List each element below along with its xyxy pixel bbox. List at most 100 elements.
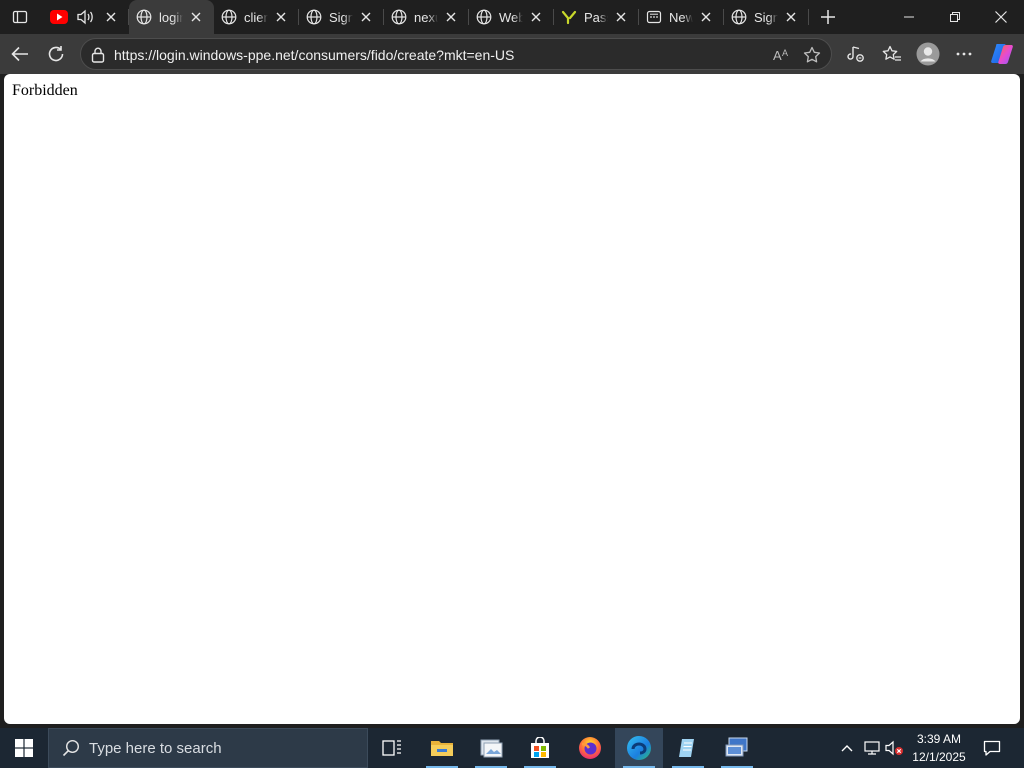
settings-more-button[interactable] bbox=[949, 39, 979, 69]
profile-button[interactable] bbox=[913, 39, 943, 69]
remote-desktop-icon bbox=[725, 737, 748, 757]
search-icon bbox=[61, 738, 81, 758]
tab-title: Sign bbox=[329, 9, 353, 25]
minimize-button[interactable] bbox=[886, 0, 932, 34]
copilot-icon bbox=[991, 44, 1013, 64]
speaker-icon[interactable] bbox=[76, 8, 94, 26]
tab-web[interactable]: Web bbox=[469, 0, 554, 34]
taskbar-app-photos[interactable] bbox=[467, 728, 515, 768]
globe-icon bbox=[730, 8, 748, 26]
tab-actions-button[interactable] bbox=[6, 5, 34, 29]
window-controls bbox=[886, 0, 1024, 34]
close-icon[interactable] bbox=[188, 9, 204, 25]
back-button[interactable] bbox=[5, 39, 35, 69]
close-icon[interactable] bbox=[613, 9, 629, 25]
minimize-icon bbox=[904, 16, 914, 18]
restore-button[interactable] bbox=[932, 0, 978, 34]
lock-icon[interactable] bbox=[89, 46, 107, 64]
task-view-button[interactable] bbox=[368, 728, 416, 768]
volume-muted-icon bbox=[885, 740, 903, 756]
forbidden-message: Forbidden bbox=[12, 82, 78, 99]
browser-toolbar: https://login.windows-ppe.net/consumers/… bbox=[0, 34, 1024, 74]
chevron-up-icon bbox=[841, 745, 853, 752]
folder-icon bbox=[431, 741, 453, 756]
close-icon[interactable] bbox=[698, 9, 714, 25]
taskbar-app-notepad[interactable] bbox=[664, 728, 712, 768]
more-icon bbox=[956, 52, 972, 56]
task-view-icon bbox=[382, 740, 401, 756]
windows-logo-icon bbox=[15, 739, 33, 757]
taskbar-app-microsoft-store[interactable] bbox=[516, 728, 564, 768]
taskbar-app-firefox[interactable] bbox=[566, 728, 614, 768]
notification-icon bbox=[983, 740, 1001, 756]
avatar bbox=[916, 42, 940, 66]
tab-title: Sign bbox=[754, 9, 778, 25]
tab-title: login bbox=[159, 9, 183, 25]
clock-time: 3:39 AM bbox=[916, 732, 962, 746]
network-icon bbox=[864, 741, 880, 755]
copilot-button[interactable] bbox=[987, 39, 1017, 69]
address-bar[interactable]: https://login.windows-ppe.net/consumers/… bbox=[80, 38, 832, 70]
taskbar: Type here to search 3:39 AM 12/1/2025 bbox=[0, 728, 1024, 768]
show-hidden-icons-button[interactable] bbox=[836, 728, 858, 768]
volume-button[interactable] bbox=[884, 728, 906, 768]
start-button[interactable] bbox=[0, 728, 48, 768]
new-tab-icon bbox=[645, 8, 663, 26]
tab-actions-icon bbox=[12, 10, 28, 24]
taskbar-app-edge[interactable] bbox=[615, 728, 663, 768]
taskbar-app-remote-desktop[interactable] bbox=[713, 728, 761, 768]
globe-icon bbox=[305, 8, 323, 26]
restore-icon bbox=[950, 12, 960, 22]
tab-sign-2[interactable]: Sign bbox=[724, 0, 809, 34]
tab-pass[interactable]: Pass bbox=[554, 0, 639, 34]
close-icon[interactable] bbox=[783, 9, 799, 25]
svg-text:A: A bbox=[782, 48, 788, 58]
close-icon bbox=[995, 11, 1007, 23]
url-text[interactable]: https://login.windows-ppe.net/consumers/… bbox=[114, 47, 514, 63]
tab-separator bbox=[808, 9, 809, 25]
taskbar-app-file-explorer[interactable] bbox=[418, 728, 466, 768]
tab-login[interactable]: login bbox=[129, 0, 214, 34]
notepad-icon bbox=[679, 739, 694, 757]
globe-icon bbox=[390, 8, 408, 26]
close-icon[interactable] bbox=[103, 9, 119, 25]
tab-new[interactable]: New bbox=[639, 0, 724, 34]
network-status-button[interactable] bbox=[860, 728, 884, 768]
globe-icon bbox=[135, 8, 153, 26]
photos-icon bbox=[480, 739, 503, 758]
read-aloud-icon[interactable]: AA bbox=[771, 44, 793, 66]
refresh-button[interactable] bbox=[41, 39, 71, 69]
favorite-star-icon[interactable] bbox=[801, 44, 823, 66]
tab-nexus[interactable]: nexu bbox=[384, 0, 469, 34]
new-tab-button[interactable] bbox=[815, 4, 841, 30]
close-window-button[interactable] bbox=[978, 0, 1024, 34]
arrow-left-icon bbox=[11, 46, 28, 62]
store-icon bbox=[531, 737, 549, 758]
favorites-icon bbox=[882, 45, 901, 61]
globe-icon bbox=[475, 8, 493, 26]
tab-title: client bbox=[244, 9, 268, 25]
tab-youtube[interactable] bbox=[44, 0, 129, 34]
tab-title: Web bbox=[499, 9, 523, 25]
notifications-button[interactable] bbox=[978, 728, 1006, 768]
close-icon[interactable] bbox=[528, 9, 544, 25]
tab-sign-1[interactable]: Sign bbox=[299, 0, 384, 34]
taskbar-search-box[interactable]: Type here to search bbox=[48, 728, 368, 768]
tab-client[interactable]: client bbox=[214, 0, 299, 34]
browser-essentials-icon bbox=[847, 46, 864, 62]
yubico-icon bbox=[560, 8, 578, 26]
extensions-button[interactable] bbox=[841, 39, 871, 69]
favorites-button[interactable] bbox=[877, 39, 907, 69]
close-icon[interactable] bbox=[443, 9, 459, 25]
tab-title: Pass bbox=[584, 9, 608, 25]
close-icon[interactable] bbox=[358, 9, 374, 25]
clock-date: 12/1/2025 bbox=[912, 750, 966, 764]
plus-icon bbox=[821, 10, 835, 24]
youtube-icon bbox=[50, 8, 68, 26]
page-viewport: Forbidden bbox=[4, 74, 1020, 724]
globe-icon bbox=[220, 8, 238, 26]
close-icon[interactable] bbox=[273, 9, 289, 25]
tab-title: New bbox=[669, 9, 693, 25]
taskbar-clock[interactable]: 3:39 AM 12/1/2025 bbox=[906, 730, 972, 766]
edge-icon bbox=[627, 736, 651, 760]
